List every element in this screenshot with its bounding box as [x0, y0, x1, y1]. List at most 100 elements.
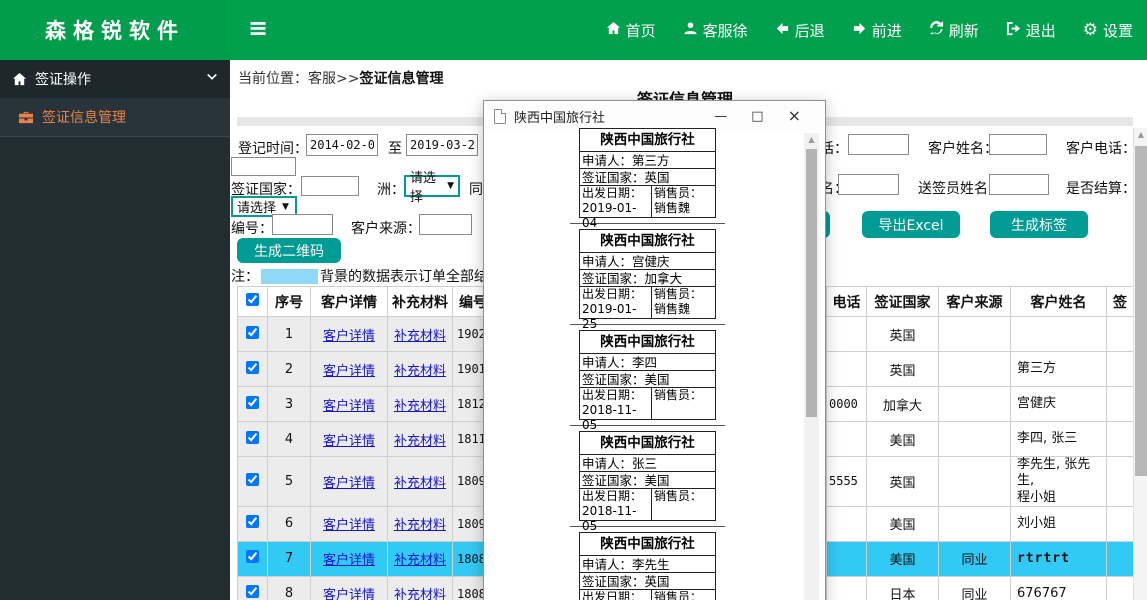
row-checkbox[interactable]	[246, 515, 259, 529]
export-excel-button[interactable]: 导出Excel	[862, 211, 960, 238]
customer-name-cell: 刘小姐	[1010, 505, 1107, 542]
customer-detail-link[interactable]: 客户详情	[323, 329, 375, 344]
nav-home[interactable]: 首页	[606, 20, 656, 41]
select-all-header-cell[interactable]	[237, 286, 268, 317]
customer-detail-link[interactable]: 客户详情	[323, 518, 375, 533]
customer-detail-cell: 客户详情	[310, 316, 388, 352]
supplement-material-cell: 补充材料	[387, 351, 453, 387]
nav-user[interactable]: 客服徐	[683, 20, 748, 41]
customer-source-label: 客户来源：	[351, 221, 421, 237]
supplement-material-link[interactable]: 补充材料	[394, 588, 446, 600]
customer-source-cell: 同业	[938, 575, 1011, 600]
sidebar-group-visa-operations[interactable]: 签证操作	[0, 60, 230, 98]
table-header-cell: 签证国家	[866, 286, 939, 317]
sidebar-item-visa-info-management[interactable]: 签证信息管理	[0, 98, 230, 137]
customer-name-input[interactable]	[989, 134, 1047, 155]
customer-detail-link[interactable]: 客户详情	[323, 399, 375, 414]
modal-scrollbar[interactable]: ▲	[804, 133, 819, 600]
supplement-material-link[interactable]: 补充材料	[394, 518, 446, 533]
card-bottom-row: 出发日期： 2019-01-25 销售员： 销售魏	[580, 287, 715, 331]
top-navbar: ≡ 首页 客服徐 后退 前进 刷新 退出 ⚙ 设置	[230, 0, 1147, 60]
row-checkbox[interactable]	[246, 585, 259, 599]
to-label: 至	[388, 141, 402, 157]
row-checkbox-cell[interactable]	[237, 421, 268, 457]
row-checkbox-cell[interactable]	[237, 351, 268, 387]
visa-label-card: 陕西中国旅行社 申请人：李四 签证国家：美国 出发日期： 2018-11-05 销售员：	[579, 330, 716, 432]
row-checkbox[interactable]	[246, 430, 259, 444]
customer-detail-link[interactable]: 客户详情	[323, 364, 375, 379]
customer-detail-link[interactable]: 客户详情	[323, 553, 375, 568]
row-checkbox[interactable]	[246, 325, 259, 339]
table-header-cell: 客户来源	[938, 286, 1011, 317]
table-header-cell: 电话	[826, 286, 867, 317]
reg-time-to-input[interactable]	[406, 134, 478, 156]
generate-label-button[interactable]: 生成标签	[990, 211, 1088, 238]
reg-time-from-input[interactable]	[306, 134, 378, 156]
phone-cell	[826, 316, 867, 352]
tong-label-fragment: 同	[469, 182, 483, 198]
page-scrollbar-thumb[interactable]	[1135, 146, 1147, 476]
customer-source-input[interactable]	[419, 214, 472, 235]
customer-source-cell	[938, 505, 1011, 542]
visa-label-card: 陕西中国旅行社 申请人：第三方 签证国家：英国 出发日期： 2019-01-04 销售员：…	[579, 128, 716, 230]
modal-scrollbar-thumb[interactable]	[806, 149, 817, 417]
supplement-material-link[interactable]: 补充材料	[394, 364, 446, 379]
supplement-material-link[interactable]: 补充材料	[394, 553, 446, 568]
customer-detail-cell: 客户详情	[310, 351, 388, 387]
generate-qrcode-button[interactable]: 生成二维码	[237, 238, 341, 263]
customer-detail-link[interactable]: 客户详情	[323, 434, 375, 449]
dropdown-arrow-icon: ▼	[282, 201, 289, 212]
extra-input[interactable]	[231, 157, 296, 176]
row-checkbox-cell[interactable]	[237, 540, 268, 577]
modal-titlebar[interactable]: 陕西中国旅行社 — □ ×	[484, 101, 825, 131]
scrollbar-up-arrow-icon[interactable]: ▲	[1134, 130, 1147, 139]
continent-select[interactable]: 请选择 ▼	[404, 171, 460, 205]
row-checkbox[interactable]	[246, 360, 259, 374]
row-checkbox-cell[interactable]	[237, 386, 268, 422]
phone-input[interactable]	[848, 134, 909, 155]
customer-source-cell	[938, 456, 1011, 507]
customer-source-cell	[938, 421, 1011, 457]
customer-name-cell: 676767	[1010, 575, 1107, 600]
courier-name-input[interactable]	[989, 174, 1049, 195]
customer-name-cell: 第三方	[1010, 351, 1107, 387]
customer-detail-cell: 客户详情	[310, 505, 388, 542]
hamburger-menu-icon[interactable]: ≡	[248, 14, 268, 42]
minimize-button[interactable]: —	[714, 110, 727, 123]
page-scrollbar[interactable]: ▲	[1133, 128, 1147, 600]
number-input[interactable]	[272, 214, 333, 235]
name-fragment-input[interactable]	[838, 174, 899, 195]
customer-detail-link[interactable]: 客户详情	[323, 588, 375, 600]
row-checkbox-cell[interactable]	[237, 456, 268, 507]
nav-forward[interactable]: 前进	[852, 20, 902, 41]
maximize-button[interactable]: □	[751, 110, 763, 123]
row-checkbox-cell[interactable]	[237, 316, 268, 352]
row-checkbox[interactable]	[246, 550, 259, 564]
nav-back[interactable]: 后退	[775, 20, 825, 41]
row-checkbox[interactable]	[246, 472, 259, 486]
card-bottom-row: 出发日期： 2019-01-04 销售员： 销售魏	[580, 186, 715, 230]
home-icon	[606, 21, 621, 40]
select-all-checkbox[interactable]	[246, 293, 259, 306]
nav-refresh[interactable]: 刷新	[929, 20, 979, 41]
supplement-material-link[interactable]: 补充材料	[394, 399, 446, 414]
supplement-material-link[interactable]: 补充材料	[394, 329, 446, 344]
phone-cell	[826, 421, 867, 457]
scrollbar-up-arrow-icon[interactable]: ▲	[804, 135, 819, 144]
card-bottom-row: 出发日期： 2018-11-05 销售员：	[580, 388, 715, 432]
row-checkbox-cell[interactable]	[237, 575, 268, 600]
nav-settings[interactable]: ⚙ 设置	[1083, 20, 1133, 41]
close-icon[interactable]: ×	[788, 108, 801, 124]
gears-icon: ⚙	[1082, 19, 1098, 40]
row-checkbox[interactable]	[246, 395, 259, 409]
card-salesperson: 销售员： 销售魏	[654, 287, 703, 316]
supplement-material-link[interactable]: 补充材料	[394, 476, 446, 491]
supplement-material-cell: 补充材料	[387, 505, 453, 542]
row-checkbox-cell[interactable]	[237, 505, 268, 542]
supplement-material-link[interactable]: 补充材料	[394, 434, 446, 449]
customer-detail-link[interactable]: 客户详情	[323, 476, 375, 491]
nav-logout[interactable]: 退出	[1006, 20, 1056, 41]
arrow-left-icon	[775, 21, 790, 40]
truncated-cell	[1106, 575, 1134, 600]
visa-country-input[interactable]	[301, 176, 359, 196]
